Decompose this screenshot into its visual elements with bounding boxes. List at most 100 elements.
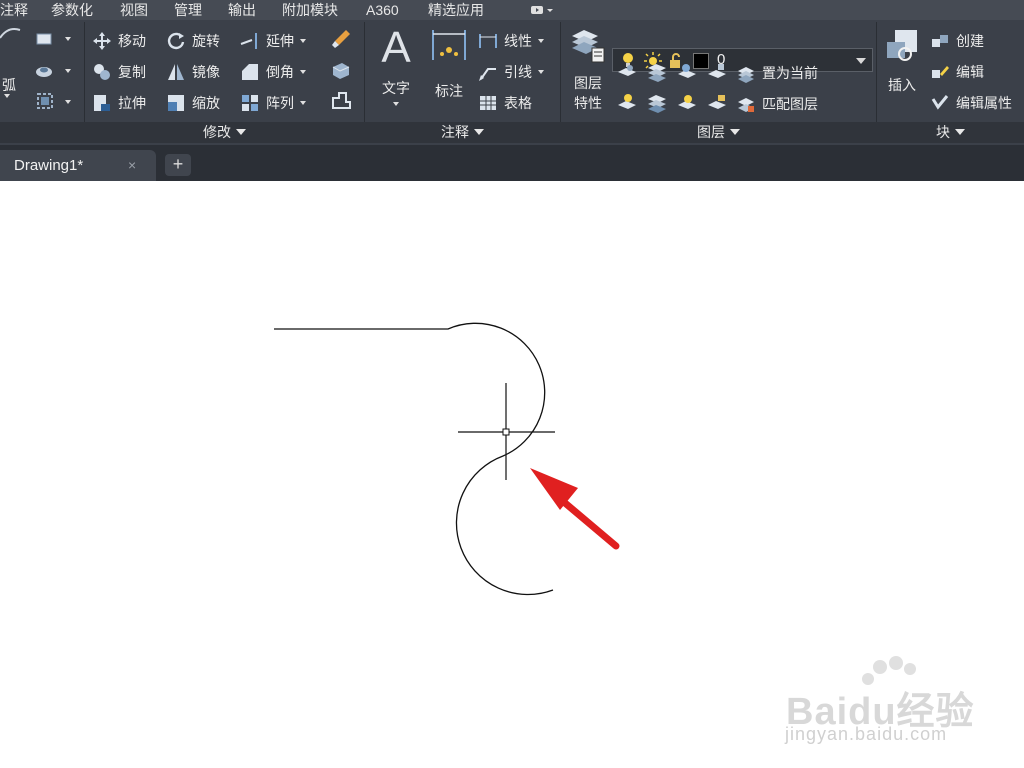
dimension-button[interactable]: 标注	[426, 26, 472, 116]
layer-unisolate-icon[interactable]	[646, 91, 668, 113]
file-tab-bar: Drawing1* × +	[0, 145, 1024, 181]
hatch-dropdown-icon[interactable]	[65, 69, 71, 73]
match-layer-label: 匹配图层	[762, 96, 818, 112]
menu-bar: 注释 参数化 视图 管理 输出 附加模块 A360 精选应用	[0, 0, 1024, 20]
boundary-tool-icon[interactable]	[34, 90, 56, 112]
layer-properties-label: 图层 特性	[574, 75, 602, 111]
edit-attributes-icon	[931, 95, 949, 110]
linear-dimension-button[interactable]: 线性	[478, 28, 544, 54]
copy-icon	[94, 64, 110, 80]
rectangle-tool-icon[interactable]	[34, 28, 56, 50]
menu-annotate[interactable]: 注释	[0, 1, 28, 19]
arc-tool-icon[interactable]	[0, 24, 22, 42]
arc-dropdown-icon[interactable]	[4, 94, 10, 98]
create-block-button[interactable]: 创建	[930, 28, 984, 54]
extend-dropdown-icon[interactable]	[300, 39, 306, 43]
modify-panel-title[interactable]: 修改	[85, 122, 364, 143]
ribbon: 注释 参数化 视图 管理 输出 附加模块 A360 精选应用 弧 移动 旋转 延…	[0, 0, 1024, 145]
hatch-tool-icon[interactable]	[34, 60, 56, 82]
offset-icon[interactable]	[330, 90, 352, 112]
menu-parametric[interactable]: 参数化	[51, 1, 93, 19]
boundary-dropdown-icon[interactable]	[65, 100, 71, 104]
move-button[interactable]: 移动	[92, 28, 146, 54]
stretch-label: 拉伸	[118, 95, 146, 111]
leader-button[interactable]: 引线	[478, 59, 544, 85]
extend-icon	[240, 33, 257, 49]
stretch-button[interactable]: 拉伸	[92, 90, 146, 116]
video-dropdown-icon[interactable]	[530, 2, 554, 18]
scale-button[interactable]: 缩放	[166, 90, 220, 116]
chamfer-icon	[242, 64, 258, 80]
layer-on-icon[interactable]	[616, 91, 638, 113]
text-dropdown-icon[interactable]	[393, 102, 399, 106]
rotate-button[interactable]: 旋转	[166, 28, 220, 54]
move-label: 移动	[118, 33, 146, 49]
layers-panel-title-text: 图层	[697, 124, 725, 140]
menu-manage[interactable]: 管理	[174, 1, 202, 19]
leader-label: 引线	[504, 64, 532, 80]
text-label: 文字	[382, 80, 410, 96]
linear-dimension-label: 线性	[504, 33, 532, 49]
array-label: 阵列	[266, 95, 294, 111]
erase-icon[interactable]	[330, 28, 352, 50]
copy-button[interactable]: 复制	[92, 59, 146, 85]
chevron-down-icon	[474, 129, 484, 135]
layer-unlock-all-icon[interactable]	[706, 91, 728, 113]
leader-icon	[479, 68, 496, 81]
table-button[interactable]: 表格	[478, 90, 532, 116]
layer-properties-icon	[572, 30, 605, 63]
layer-freeze-icon[interactable]	[676, 60, 698, 82]
crosshair-cursor	[458, 383, 555, 480]
menu-a360[interactable]: A360	[366, 1, 399, 19]
extend-label: 延伸	[266, 33, 294, 49]
rotate-icon	[167, 32, 185, 50]
tab-drawing1[interactable]: Drawing1* ×	[0, 150, 156, 181]
insert-block-icon	[887, 30, 917, 61]
match-layer-button[interactable]: 匹配图层	[736, 91, 818, 117]
move-icon	[93, 32, 111, 50]
layers-panel-title[interactable]: 图层	[561, 122, 876, 143]
array-button[interactable]: 阵列	[240, 90, 306, 116]
edit-attributes-label: 编辑属性	[956, 95, 1012, 111]
match-layer-icon	[738, 98, 754, 112]
new-tab-button[interactable]: +	[165, 154, 191, 176]
layer-properties-button[interactable]: 图层 特性	[568, 26, 608, 116]
array-dropdown-icon[interactable]	[300, 101, 306, 105]
create-block-label: 创建	[956, 33, 984, 49]
stretch-icon	[94, 95, 110, 111]
leader-dropdown-icon[interactable]	[538, 70, 544, 74]
edit-block-button[interactable]: 编辑	[930, 59, 984, 85]
chamfer-dropdown-icon[interactable]	[300, 70, 306, 74]
menu-addins[interactable]: 附加模块	[282, 1, 338, 19]
modify-panel-title-text: 修改	[203, 124, 231, 140]
drawn-polyline[interactable]	[274, 322, 554, 596]
table-icon	[480, 96, 496, 110]
set-current-layer-button[interactable]: 置为当前	[736, 60, 818, 86]
linear-dropdown-icon[interactable]	[538, 39, 544, 43]
extend-button[interactable]: 延伸	[240, 28, 306, 54]
layer-lock-icon[interactable]	[706, 60, 728, 82]
insert-block-button[interactable]: 插入	[882, 26, 922, 116]
array-icon	[242, 95, 258, 111]
layer-thaw-all-icon[interactable]	[676, 91, 698, 113]
rectangle-dropdown-icon[interactable]	[65, 37, 71, 41]
chamfer-button[interactable]: 倒角	[240, 59, 306, 85]
layer-isolate-icon[interactable]	[646, 60, 668, 82]
watermark-url: jingyan.baidu.com	[785, 724, 948, 744]
block-panel-title[interactable]: 块	[877, 122, 1024, 143]
insert-block-label: 插入	[888, 77, 916, 93]
text-button[interactable]: A 文字	[376, 26, 416, 116]
menu-featured-apps[interactable]: 精选应用	[428, 1, 484, 19]
chamfer-label: 倒角	[266, 64, 294, 80]
close-icon[interactable]: ×	[128, 157, 136, 173]
annotation-panel-title-text: 注释	[441, 124, 469, 140]
mirror-button[interactable]: 镜像	[166, 59, 220, 85]
chevron-down-icon	[236, 129, 246, 135]
menu-output[interactable]: 输出	[228, 1, 256, 19]
layer-off-icon[interactable]	[616, 60, 638, 82]
explode-icon[interactable]	[330, 59, 352, 81]
edit-attributes-button[interactable]: 编辑属性	[930, 90, 1012, 116]
menu-view[interactable]: 视图	[120, 1, 148, 19]
layer-dropdown-arrow-icon[interactable]	[856, 58, 866, 64]
annotation-panel-title[interactable]: 注释	[365, 122, 560, 143]
